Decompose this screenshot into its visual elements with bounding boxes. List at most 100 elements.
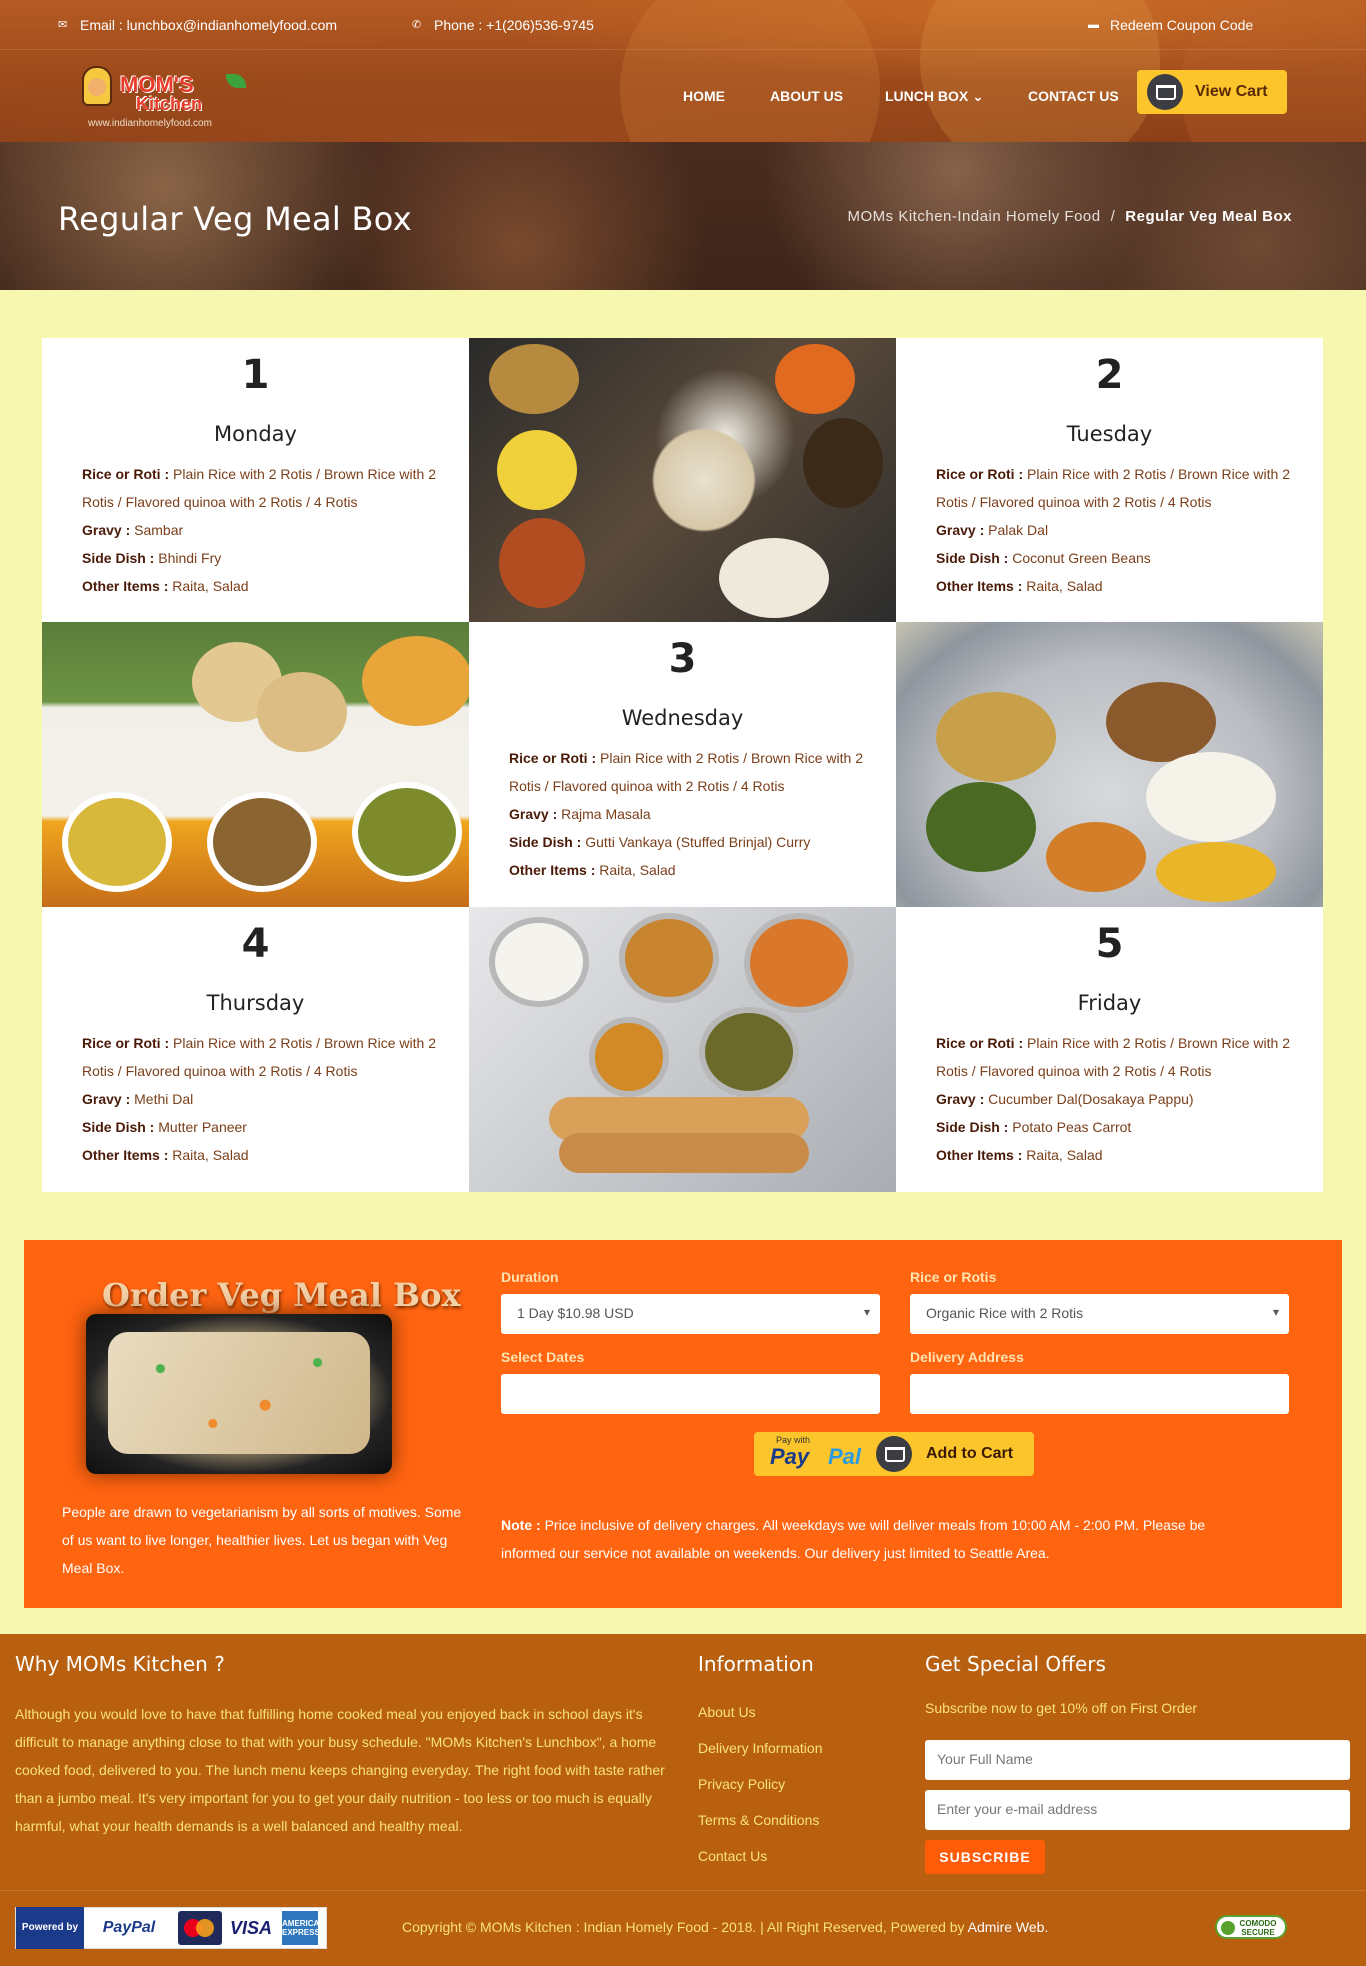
bowl-image <box>719 538 829 618</box>
menu-day-card: 5 Friday Rice or Roti : Plain Rice with … <box>896 907 1323 1192</box>
gravy-value: Rajma Masala <box>561 806 651 822</box>
delivery-address-label: Delivery Address <box>910 1349 1024 1365</box>
side-value: Potato Peas Carrot <box>1012 1119 1132 1135</box>
order-form-section: Order Veg Meal Box People are drawn to v… <box>24 1240 1342 1608</box>
nav-lunch-box[interactable]: LUNCH BOX ⌄ <box>885 88 984 105</box>
rice-rotis-select[interactable]: Organic Rice with 2 Rotis <box>910 1294 1289 1334</box>
day-name: Tuesday <box>1066 422 1153 446</box>
gravy-value: Cucumber Dal(Dosakaya Pappu) <box>988 1091 1194 1107</box>
email-contact[interactable]: ✉ Email : lunchbox@indianhomelyfood.com <box>58 17 337 33</box>
visa-logo: VISA <box>229 1917 272 1938</box>
menu-details: Rice or Roti : Plain Rice with 2 Rotis /… <box>82 1029 449 1169</box>
view-cart-button[interactable]: View Cart <box>1137 70 1287 114</box>
duration-value: 1 Day $10.98 USD <box>517 1305 634 1321</box>
side-label: Side Dish : <box>509 834 582 850</box>
nav-lunch-box-label: LUNCH BOX <box>885 88 969 104</box>
nav-contact-us[interactable]: CONTACT US <box>1028 88 1119 104</box>
puri-meal-photo <box>42 622 469 907</box>
rice-label: Rice or Roti : <box>82 1035 170 1051</box>
delivery-address-input[interactable] <box>910 1374 1289 1414</box>
logo-url: www.indianhomelyfood.com <box>88 118 212 129</box>
gravy-label: Gravy : <box>82 1091 131 1107</box>
gravy-value: Methi Dal <box>134 1091 194 1107</box>
fry-image <box>1046 822 1146 892</box>
gravy-label: Gravy : <box>82 522 131 538</box>
logo-text-kitchen: Kitchen <box>136 94 203 114</box>
cart-icon <box>1147 74 1183 110</box>
side-label: Side Dish : <box>936 1119 1009 1135</box>
copyright: Copyright © MOMs Kitchen : Indian Homely… <box>402 1919 1048 1935</box>
raita-bowl-image <box>489 917 589 1007</box>
footer-link-contact-us[interactable]: Contact Us <box>698 1838 823 1874</box>
copyright-text: Copyright © MOMs Kitchen : Indian Homely… <box>402 1919 965 1935</box>
rice-rotis-label: Rice or Rotis <box>910 1269 997 1285</box>
menu-day-card: 2 Tuesday Rice or Roti : Plain Rice with… <box>896 338 1323 622</box>
paypal-logo: PayPal <box>102 1919 156 1936</box>
breadcrumb-separator: / <box>1110 208 1116 225</box>
gravy-value: Palak Dal <box>988 522 1049 538</box>
day-number: 4 <box>241 921 270 967</box>
menu-details: Rice or Roti : Plain Rice with 2 Rotis /… <box>509 744 876 884</box>
footer-link-about-us[interactable]: About Us <box>698 1694 823 1730</box>
select-dates-input[interactable] <box>501 1374 880 1414</box>
cart-icon <box>876 1436 912 1472</box>
bowl-image <box>62 792 172 892</box>
full-name-input[interactable]: Your Full Name <box>925 1740 1350 1780</box>
page-title: Regular Veg Meal Box <box>58 200 412 238</box>
page-banner: Regular Veg Meal Box MOMs Kitchen-Indain… <box>0 142 1366 290</box>
paypal-logo-pay: Pay <box>770 1444 810 1469</box>
footer-link-privacy-policy[interactable]: Privacy Policy <box>698 1766 823 1802</box>
duration-select[interactable]: 1 Day $10.98 USD <box>501 1294 880 1334</box>
paypal-add-to-cart-button[interactable]: Pay with Pay Pal Add to Cart <box>754 1432 1034 1476</box>
other-label: Other Items : <box>936 1147 1023 1163</box>
chickpea-image <box>936 692 1056 782</box>
admire-web-link[interactable]: Admire Web. <box>968 1919 1049 1935</box>
redeem-coupon-link[interactable]: ▬ Redeem Coupon Code <box>1088 17 1253 33</box>
why-moms-title: Why MOMs Kitchen ? <box>15 1652 225 1676</box>
menu-day-card: 3 Wednesday Rice or Roti : Plain Rice wi… <box>469 622 896 907</box>
site-logo[interactable]: MOM'S Kitchen www.indianhomelyfood.com <box>80 58 248 130</box>
order-title: Order Veg Meal Box <box>102 1276 461 1314</box>
bowl-image <box>803 418 883 508</box>
nav-home[interactable]: HOME <box>683 88 725 104</box>
subscribe-button[interactable]: SUBSCRIBE <box>925 1840 1045 1874</box>
phone-text: Phone : +1(206)536-9745 <box>434 17 594 33</box>
gravy-value: Sambar <box>134 522 184 538</box>
breadcrumb-home[interactable]: MOMs Kitchen-Indain Homely Food <box>848 208 1101 225</box>
bowl-image <box>499 518 585 608</box>
thali-photo <box>469 338 896 622</box>
roti-image <box>559 1133 809 1173</box>
menu-details: Rice or Roti : Plain Rice with 2 Rotis /… <box>936 1029 1303 1169</box>
breadcrumb-current: Regular Veg Meal Box <box>1125 208 1292 225</box>
menu-day-card: 4 Thursday Rice or Roti : Plain Rice wit… <box>42 907 469 1192</box>
why-moms-text: Although you would love to have that ful… <box>15 1706 665 1834</box>
bowl-image <box>362 636 469 726</box>
rice-label: Rice or Roti : <box>82 466 170 482</box>
other-value: Raita, Salad <box>1026 578 1103 594</box>
phone-icon: ✆ <box>412 19 422 31</box>
bowl-image <box>497 430 577 510</box>
other-label: Other Items : <box>82 578 169 594</box>
bowl-image <box>489 344 579 414</box>
rice-label: Rice or Roti : <box>936 1035 1024 1051</box>
other-value: Raita, Salad <box>172 578 249 594</box>
email-input[interactable]: Enter your e-mail address <box>925 1790 1350 1830</box>
leaf-icon <box>226 74 246 88</box>
envelope-icon: ✉ <box>58 19 68 31</box>
nav-about-us[interactable]: ABOUT US <box>770 88 843 104</box>
side-value: Mutter Paneer <box>158 1119 247 1135</box>
day-number: 2 <box>1095 352 1124 398</box>
menu-day-card: 1 Monday Rice or Roti : Plain Rice with … <box>42 338 469 622</box>
footer-link-terms-conditions[interactable]: Terms & Conditions <box>698 1802 823 1838</box>
day-number: 1 <box>241 352 270 398</box>
menu-details: Rice or Roti : Plain Rice with 2 Rotis /… <box>936 460 1303 600</box>
gravy-label: Gravy : <box>936 1091 985 1107</box>
bowl-image <box>775 344 855 414</box>
chevron-down-icon: ⌄ <box>972 88 984 104</box>
footer-link-delivery-information[interactable]: Delivery Information <box>698 1730 823 1766</box>
phone-contact[interactable]: ✆ Phone : +1(206)536-9745 <box>412 17 594 33</box>
day-name: Monday <box>214 422 297 446</box>
curry-bowl-image <box>744 913 854 1013</box>
payment-methods-logo: Powered by PayPal VISA AMERICAN EXPRESS <box>15 1907 327 1949</box>
side-value: Gutti Vankaya (Stuffed Brinjal) Curry <box>585 834 811 850</box>
